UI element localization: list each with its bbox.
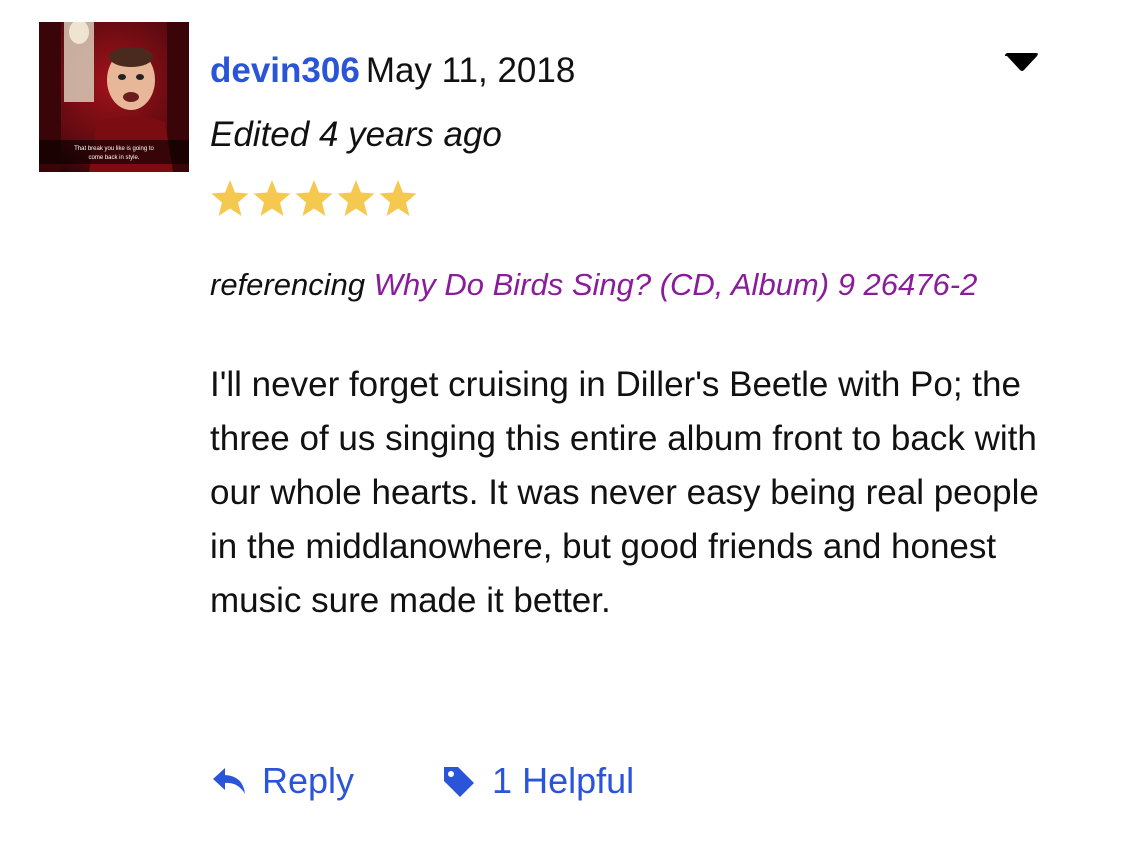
star-icon — [337, 180, 375, 216]
avatar-caption-line-1: That break you like is going to — [74, 146, 154, 152]
user-avatar[interactable]: That break you like is going to come bac… — [39, 22, 189, 172]
avatar-caption-line-2: come back in style. — [88, 155, 139, 161]
review-date: May 11, 2018 — [365, 51, 576, 90]
username-link[interactable]: devin306 — [210, 51, 360, 90]
release-link[interactable]: Why Do Birds Sing? (CD, Album) 9 26476-2 — [374, 267, 978, 302]
helpful-button[interactable]: 1 Helpful — [440, 760, 634, 802]
star-icon — [295, 180, 333, 216]
star-icon — [211, 180, 249, 216]
review-content: devin306 May 11, 2018 Edited 4 years ago … — [210, 40, 1090, 628]
review-body: I'll never forget cruising in Diller's B… — [210, 365, 1039, 620]
edited-note: Edited 4 years ago — [210, 115, 502, 154]
star-rating — [210, 178, 1090, 220]
avatar-image: That break you like is going to come bac… — [39, 22, 189, 172]
tag-icon — [444, 767, 475, 797]
reply-button[interactable]: Reply — [210, 760, 354, 802]
star-icon — [379, 180, 417, 216]
referencing-prefix: referencing — [210, 267, 366, 302]
review-header: devin306 May 11, 2018 — [210, 40, 1090, 102]
review-actions: Reply 1 Helpful — [210, 760, 634, 802]
star-icon — [253, 180, 291, 216]
reply-label: Reply — [262, 760, 355, 801]
reply-arrow-icon — [213, 768, 245, 794]
helpful-label: 1 Helpful — [492, 760, 635, 801]
referencing-line: referencing Why Do Birds Sing? (CD, Albu… — [210, 262, 1080, 308]
